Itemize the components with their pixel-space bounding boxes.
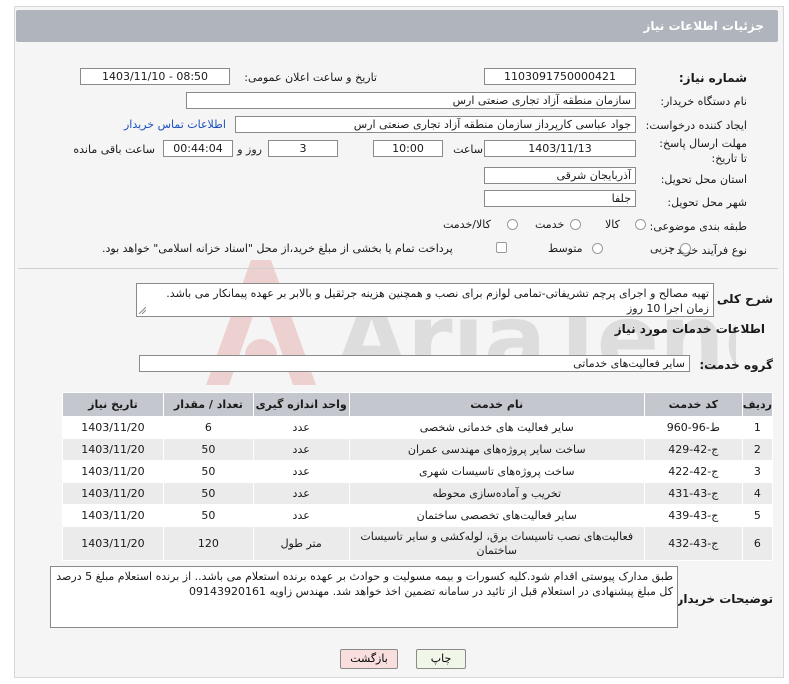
category-option-goods: کالا [605, 218, 620, 231]
cell-unit: عدد [252, 460, 350, 483]
services-section-title: اطلاعات خدمات مورد نیاز [614, 322, 765, 336]
service-group-field: سایر فعالیت‌های خدماتی [139, 355, 690, 372]
col-header-need-date: تاریخ نیاز [62, 392, 164, 417]
deadline-time-field: 10:00 [373, 140, 443, 157]
col-header-service-code: کد خدمت [643, 392, 743, 417]
process-radio-medium[interactable] [592, 243, 603, 254]
deadline-label: مهلت ارسال پاسخ: تا تاریخ: [659, 137, 747, 165]
requester-field: جواد عباسی کارپرداز سازمان منطقه آزاد تج… [235, 116, 636, 133]
cell-row-number: 1 [741, 416, 774, 439]
need-number-field: 1103091750000421 [484, 68, 636, 85]
cell-unit: متر طول [252, 526, 350, 561]
cell-quantity: 50 [162, 438, 254, 461]
col-header-unit: واحد اندازه گیری [252, 392, 350, 417]
time-remaining-label: ساعت باقی مانده [73, 143, 155, 156]
cell-quantity: 50 [162, 504, 254, 527]
category-radio-service[interactable] [570, 219, 581, 230]
cell-need-date: 1403/11/20 [62, 460, 164, 483]
table-row: 6 ج-43-432 فعالیت‌های نصب تاسیسات برق، ل… [62, 526, 774, 561]
back-button[interactable]: بازگشت [340, 649, 398, 669]
cell-service-code: ج-42-429 [643, 438, 743, 461]
deadline-date-field: 1403/11/13 [484, 140, 636, 157]
province-label: استان محل تحویل: [660, 173, 747, 186]
cell-need-date: 1403/11/20 [62, 482, 164, 505]
table-row: 5 ج-43-439 سایر فعالیت‌های تخصصی ساختمان… [62, 504, 774, 527]
table-row: 1 ط-96-960 سایر فعالیت های خدماتی شخصی ع… [62, 416, 774, 439]
cell-service-name: ساخت سایر پروژه‌های مهندسی عمران [348, 438, 645, 461]
col-header-quantity: تعداد / مقدار [162, 392, 254, 417]
buyer-org-label: نام دستگاه خریدار: [660, 95, 747, 108]
time-remaining-field: 00:44:04 [163, 140, 233, 157]
services-table: ردیف کد خدمت نام خدمت واحد اندازه گیری ت… [62, 392, 774, 561]
summary-text: تهیه مصالح و اجرای پرچم تشریفاتی-تمامی ل… [166, 287, 709, 315]
table-header-row: ردیف کد خدمت نام خدمت واحد اندازه گیری ت… [62, 392, 774, 417]
cell-row-number: 3 [741, 460, 774, 483]
cell-unit: عدد [252, 504, 350, 527]
category-label: طبقه بندی موضوعی: [649, 220, 747, 233]
process-radio-minor[interactable] [680, 243, 691, 254]
cell-service-name: ساخت پروژه‌های تاسیسات شهری [348, 460, 645, 483]
buyer-notes-text: طبق مدارک پیوستی اقدام شود.کلیه کسورات و… [56, 570, 673, 598]
cell-row-number: 5 [741, 504, 774, 527]
cell-quantity: 120 [162, 526, 254, 561]
cell-service-code: ج-42-422 [643, 460, 743, 483]
announce-datetime-field: 1403/11/10 - 08:50 [80, 68, 230, 85]
buyer-notes-label: توضیحات خریدار: [671, 592, 773, 606]
city-field: جلفا [484, 190, 636, 207]
page-title: جزئیات اطلاعات نیاز [643, 19, 764, 33]
cell-unit: عدد [252, 416, 350, 439]
cell-service-code: ج-43-432 [643, 526, 743, 561]
category-option-goods-service: کالا/خدمت [443, 218, 491, 231]
cell-row-number: 4 [741, 482, 774, 505]
cell-service-name: سایر فعالیت های خدماتی شخصی [348, 416, 645, 439]
cell-unit: عدد [252, 438, 350, 461]
treasury-note: پرداخت تمام یا بخشی از مبلغ خرید،از محل … [102, 242, 453, 255]
buyer-org-field: سازمان منطقه آزاد تجاری صنعتی ارس [186, 92, 636, 109]
service-group-label: گروه خدمت: [699, 358, 773, 372]
cell-service-name: فعالیت‌های نصب تاسیسات برق، لوله‌کشی و س… [348, 526, 645, 561]
cell-need-date: 1403/11/20 [62, 504, 164, 527]
announce-label: تاریخ و ساعت اعلان عمومی: [244, 71, 377, 84]
cell-unit: عدد [252, 482, 350, 505]
page-header: جزئیات اطلاعات نیاز [16, 10, 778, 42]
section-divider [18, 268, 778, 269]
table-row: 2 ج-42-429 ساخت سایر پروژه‌های مهندسی عم… [62, 438, 774, 461]
table-row: 4 ج-43-431 تخریب و آماده‌سازی محوطه عدد … [62, 482, 774, 505]
cell-row-number: 2 [741, 438, 774, 461]
requester-label: ایجاد کننده درخواست: [645, 119, 747, 132]
buyer-notes-textarea[interactable]: طبق مدارک پیوستی اقدام شود.کلیه کسورات و… [50, 566, 678, 628]
cell-quantity: 50 [162, 460, 254, 483]
cell-service-code: ط-96-960 [643, 416, 743, 439]
buyer-contact-link[interactable]: اطلاعات تماس خریدار [124, 118, 226, 131]
cell-service-name: سایر فعالیت‌های تخصصی ساختمان [348, 504, 645, 527]
days-remaining-field: 3 [268, 140, 338, 157]
print-button[interactable]: چاپ [416, 649, 466, 669]
cell-need-date: 1403/11/20 [62, 526, 164, 561]
need-number-label: شماره نیاز: [678, 71, 747, 85]
deadline-time-label: ساعت [453, 143, 483, 156]
cell-quantity: 50 [162, 482, 254, 505]
process-option-medium: متوسط [548, 242, 583, 255]
cell-service-code: ج-43-431 [643, 482, 743, 505]
col-header-service-name: نام خدمت [348, 392, 645, 417]
col-header-row-number: ردیف [741, 392, 774, 417]
table-row: 3 ج-42-422 ساخت پروژه‌های تاسیسات شهری ع… [62, 460, 774, 483]
days-label: روز و [237, 143, 262, 156]
city-label: شهر محل تحویل: [667, 196, 747, 209]
category-option-service: خدمت [535, 218, 565, 231]
category-radio-goods-service[interactable] [507, 219, 518, 230]
province-field: آذربایجان شرقی [484, 167, 636, 184]
cell-need-date: 1403/11/20 [62, 438, 164, 461]
treasury-checkbox[interactable] [496, 242, 507, 253]
cell-service-name: تخریب و آماده‌سازی محوطه [348, 482, 645, 505]
summary-textarea[interactable]: تهیه مصالح و اجرای پرچم تشریفاتی-تمامی ل… [136, 283, 714, 317]
process-option-minor: جزیی [650, 242, 676, 255]
cell-service-code: ج-43-439 [643, 504, 743, 527]
resize-grip-icon[interactable] [139, 307, 146, 314]
cell-need-date: 1403/11/20 [62, 416, 164, 439]
cell-row-number: 6 [741, 526, 774, 561]
cell-quantity: 6 [162, 416, 254, 439]
category-radio-goods[interactable] [635, 219, 646, 230]
